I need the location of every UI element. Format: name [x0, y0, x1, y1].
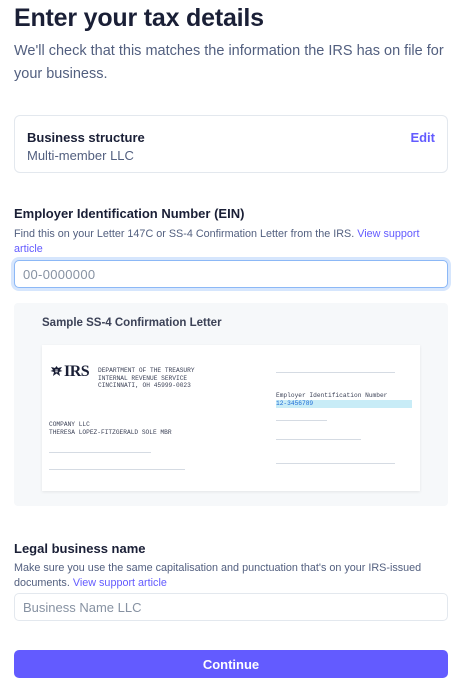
placeholder-line	[49, 452, 151, 453]
company-line: COMPANY LLC	[49, 421, 90, 428]
sample-ein-caption: Employer Identification Number	[276, 392, 388, 399]
sample-letter-document: IRS DEPARTMENT OF THE TREASURY INTERNAL …	[42, 345, 420, 491]
page-title: Enter your tax details	[14, 4, 264, 32]
placeholder-line	[49, 469, 185, 470]
ein-input[interactable]	[14, 260, 448, 288]
placeholder-line	[276, 439, 361, 440]
treasury-line: DEPARTMENT OF THE TREASURY	[98, 367, 195, 374]
placeholder-line	[276, 372, 395, 373]
company-line: THERESA LOPEZ-FITZGERALD SOLE MBR	[49, 428, 172, 436]
legal-name-label: Legal business name	[14, 541, 146, 556]
business-structure-value: Multi-member LLC	[27, 148, 134, 163]
treasury-line: INTERNAL REVENUE SERVICE	[98, 374, 188, 382]
page-subtitle: We'll check that this matches the inform…	[14, 43, 444, 82]
legal-name-help-text: Make sure you use the same capitalisatio…	[14, 561, 454, 590]
ein-help-text: Find this on your Letter 147C or SS-4 Co…	[14, 227, 450, 256]
sample-ein-highlight: 12-3456789	[276, 400, 412, 408]
sample-ein-value: 12-3456789	[276, 400, 314, 407]
irs-logo: IRS	[50, 363, 90, 381]
placeholder-line	[276, 463, 395, 464]
edit-structure-button[interactable]: Edit	[410, 130, 435, 145]
ein-label: Employer Identification Number (EIN)	[14, 206, 245, 221]
sample-letter-panel: Sample SS-4 Confirmation Letter IRS DEPA…	[14, 303, 448, 506]
ein-help-body: Find this on your Letter 147C or SS-4 Co…	[14, 228, 358, 240]
irs-eagle-icon	[50, 366, 63, 376]
sample-letter-title: Sample SS-4 Confirmation Letter	[42, 317, 222, 329]
legal-support-link[interactable]: View support article	[73, 577, 167, 589]
continue-button[interactable]: Continue	[14, 650, 448, 678]
business-structure-card: Business structure Multi-member LLC Edit	[14, 115, 448, 173]
legal-name-input[interactable]	[14, 593, 448, 621]
torn-edge-decoration	[42, 484, 420, 491]
treasury-address: DEPARTMENT OF THE TREASURY INTERNAL REVE…	[98, 367, 195, 390]
business-structure-label: Business structure	[27, 130, 145, 145]
irs-logo-text: IRS	[64, 363, 90, 380]
treasury-line: CINCINNATI, OH 45999-0023	[98, 382, 191, 390]
placeholder-line	[276, 420, 327, 421]
company-address: COMPANY LLC THERESA LOPEZ-FITZGERALD SOL…	[49, 421, 172, 436]
